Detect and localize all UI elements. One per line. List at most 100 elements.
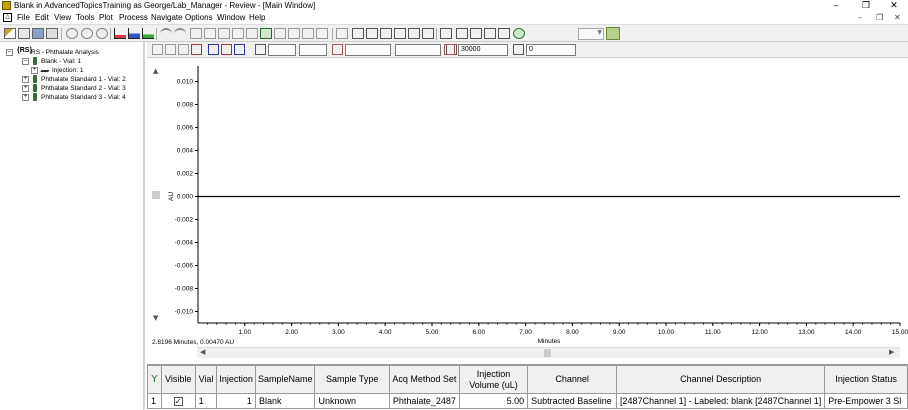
peak-start-icon[interactable] [218,28,230,39]
col-channel[interactable]: Channel [527,365,618,394]
plot-tool-8-icon[interactable] [255,44,266,55]
menu-options[interactable]: Options [185,13,213,22]
cell-injection[interactable]: 1 [216,393,256,409]
valley-icon[interactable] [302,28,314,39]
col-vial[interactable]: Vial [194,365,218,394]
col-sample-type[interactable]: Sample Type [314,365,390,394]
redo-icon[interactable] [174,28,186,39]
plot-field-3[interactable] [345,44,391,56]
tree-item-standard-3[interactable]: Phthalate Standard 3 - Vial: 4 [41,94,126,101]
drop-line-icon[interactable] [246,28,258,39]
scroll-right-icon[interactable]: ▶ [889,348,894,356]
horizontal-scroll-thumb[interactable] [544,349,551,357]
tree-collapse-icon[interactable]: – [22,58,29,65]
plot-field-1[interactable] [268,44,296,56]
plot-tool-4-icon[interactable] [191,44,202,55]
tree-expand-icon[interactable]: + [22,85,29,92]
plot-tool-3-icon[interactable] [178,44,189,55]
report-icon[interactable] [380,28,392,39]
cell-sample-name[interactable]: Blank [254,393,316,409]
scroll-up-icon[interactable]: ▲ [153,67,158,75]
row-number[interactable]: 1 [147,393,162,409]
pan-left-icon[interactable] [190,28,202,39]
tree-expand-icon[interactable]: + [31,67,38,74]
menu-window[interactable]: Window [217,13,245,22]
mdi-minimize-button[interactable]: – [858,13,862,22]
visible-checkbox[interactable]: ✓ [173,397,183,406]
plot-tool-1-icon[interactable] [152,44,163,55]
menu-plot[interactable]: Plot [99,13,113,22]
open-project-icon[interactable] [4,28,16,39]
plot-tool-5-icon[interactable] [208,44,219,55]
chart-icon[interactable] [114,28,126,39]
tool-e-icon[interactable] [498,28,510,39]
zoom-out-icon[interactable] [81,28,93,39]
plot-tool-2-icon[interactable] [165,44,176,55]
spectrum-icon[interactable] [422,28,434,39]
col-injection-volume[interactable]: Injection Volume (uL) [458,365,529,394]
minimize-button[interactable]: – [824,0,848,12]
plot-field-2[interactable] [299,44,327,56]
calibration-curve-icon[interactable] [408,28,420,39]
cell-vial[interactable]: 1 [194,393,218,409]
scroll-left-icon[interactable]: ◀ [200,348,205,356]
col-acq-method-set[interactable]: Acq Method Set [388,365,460,394]
cell-acq-method-set[interactable]: Phthalate_2487 [388,393,460,409]
table-corner[interactable]: Υ [147,365,162,394]
plot-tool-7-icon[interactable] [234,44,245,55]
menu-process[interactable]: Process [119,13,148,22]
menu-edit[interactable]: Edit [35,13,49,22]
tree-item-injection[interactable]: Injection: 1 [52,67,83,74]
go-icon[interactable] [513,28,525,39]
horizontal-scrollbar[interactable]: ◀ ▶ [197,347,900,358]
peak-end-icon[interactable] [232,28,244,39]
menu-file[interactable]: File [17,13,30,22]
visible-cell[interactable]: ✓ [160,393,196,409]
plot-field-value-1[interactable]: 30000 [458,44,508,56]
tree-item-standard-1[interactable]: Phthalate Standard 1 - Vial: 2 [41,76,126,83]
close-button[interactable]: ✕ [882,0,906,12]
menu-tools[interactable]: Tools [76,13,95,22]
chromatogram-plot[interactable]: 0.010 0.008 0.006 0.004 0.002 0.000 -0.002 -0.0… [147,58,908,360]
col-injection-status[interactable]: Injection Status [824,365,908,394]
tree-item-blank[interactable]: Blank - Vial: 1 [41,58,81,65]
tree-expand-icon[interactable]: + [22,76,29,83]
tree-item-standard-2[interactable]: Phthalate Standard 2 - Vial: 3 [41,85,126,92]
methods-icon[interactable] [336,28,348,39]
save-icon[interactable] [32,28,44,39]
cell-channel[interactable]: Subtracted Baseline [527,393,618,409]
calibrate-icon[interactable] [142,28,154,39]
filter-icon[interactable]: Υ [151,374,157,385]
plot-field-value-2[interactable]: 0 [526,44,576,56]
process-icon[interactable] [352,28,364,39]
menu-view[interactable]: View [54,13,71,22]
menu-help[interactable]: Help [249,13,265,22]
mdi-restore-button[interactable]: ❐ [876,13,883,22]
col-visible[interactable]: Visible [160,365,196,394]
pan-right-icon[interactable] [204,28,216,39]
print-icon[interactable] [46,28,58,39]
add-peak-icon[interactable] [260,28,272,39]
col-channel-description[interactable]: Channel Description [616,365,826,394]
refresh-icon[interactable] [96,28,108,39]
table-icon[interactable] [394,28,406,39]
zoom-in-icon[interactable] [66,28,78,39]
col-sample-name[interactable]: SampleName [254,365,316,394]
tool-b-icon[interactable] [456,28,468,39]
plot-field-4[interactable] [395,44,441,56]
tree-root[interactable]: RS - Phthalate Analysis [31,49,99,56]
cell-sample-type[interactable]: Unknown [314,393,390,409]
tool-a-icon[interactable] [440,28,452,39]
vertical-scroll-thumb[interactable] [152,191,160,199]
pen-icon[interactable] [606,27,620,40]
results-icon[interactable] [366,28,378,39]
tool-c-icon[interactable] [470,28,482,39]
scroll-down-icon[interactable]: ▼ [153,314,158,322]
table-row[interactable]: 1 ✓ 1 1 Blank Unknown Phthalate_2487 5.0… [147,393,908,409]
integrate-icon[interactable] [128,28,140,39]
plot-tool-6-icon[interactable] [221,44,232,55]
mdi-window-icon[interactable]: △ [3,13,12,22]
restore-button[interactable]: ❐ [854,0,878,12]
open-sample-icon[interactable] [18,28,30,39]
cell-channel-description[interactable]: [2487Channel 1] - Labeled: blank [2487Ch… [616,393,826,409]
